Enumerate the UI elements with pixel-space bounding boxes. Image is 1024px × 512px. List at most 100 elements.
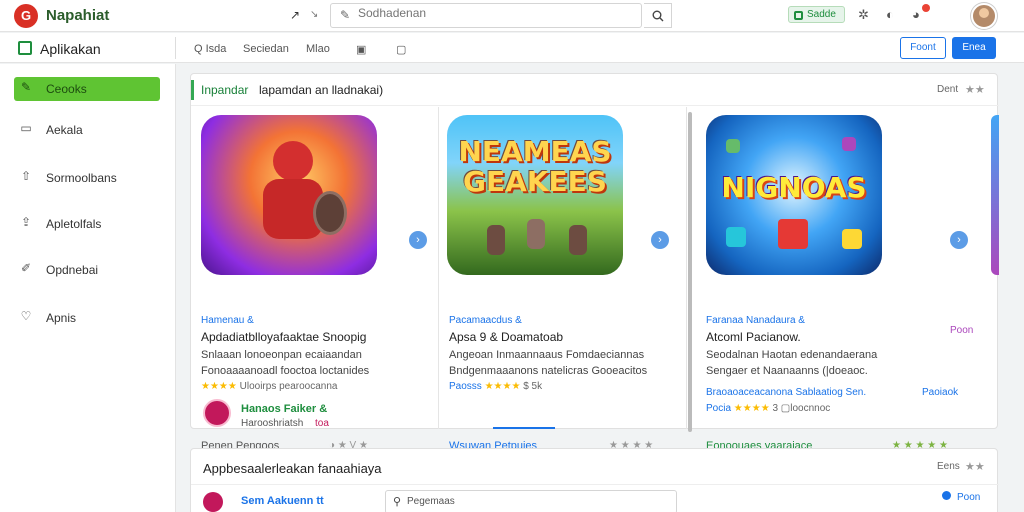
share-icon: ⇧ <box>20 169 32 183</box>
status-icon <box>794 11 803 20</box>
app-rating: ★★★★ Ulooirps pearoocanna <box>201 381 337 392</box>
section-title: Aplikakan <box>40 41 101 57</box>
developer-name[interactable]: Hanaos Faiker & <box>241 403 327 415</box>
next-arrow-icon[interactable]: › <box>651 231 669 249</box>
expand-icon[interactable]: ↘ <box>310 9 318 20</box>
pencil-icon: ✎ <box>340 8 351 22</box>
accent-bar <box>191 80 194 100</box>
hero-character-art <box>253 135 347 265</box>
rating-stars: ★★★★ <box>733 403 770 414</box>
dice-art <box>842 229 862 249</box>
app-category: Faranaa Nanadaura & <box>706 315 805 326</box>
notification-badge <box>922 4 930 12</box>
app-thumbnail[interactable]: NIGNOAS <box>706 115 882 275</box>
edge-label[interactable]: Poon <box>950 325 973 336</box>
rating-prefix: Paosss <box>449 381 482 392</box>
screen-icon: ▭ <box>20 121 32 135</box>
app-card[interactable]: Hamenau & Apdadiatblloyafaaktae Snoopig … <box>191 107 439 452</box>
dice-art <box>726 227 746 247</box>
app-category: Pacamaacdus & <box>449 315 522 326</box>
sidebar-item-label: Aekala <box>46 123 83 137</box>
rating-text: 3 ▢loocnnoc <box>772 403 831 414</box>
tab-search[interactable]: Q Isda <box>194 43 226 55</box>
sidebar-item-apletolfals[interactable]: ⇪ Apletolfals <box>14 212 160 236</box>
sidebar-item-apnis[interactable]: ♡ Apnis <box>14 306 160 330</box>
heart-icon: ♡ <box>20 309 32 323</box>
status-pill-label: Sadde <box>807 9 836 20</box>
developer-avatar[interactable] <box>203 399 231 427</box>
scroll-divider[interactable] <box>688 112 692 432</box>
settings-icon[interactable]: ✲ <box>858 7 869 23</box>
card-side-link[interactable]: Paoiaok <box>922 387 958 398</box>
search-icon: ⚲ <box>393 496 402 508</box>
app-title[interactable]: Atcoml Pacianow. <box>706 330 801 344</box>
divider <box>191 484 999 485</box>
sidebar: ✎ Ceooks ▭ Aekala ⇧ Sormoolbans ⇪ Apleto… <box>0 64 176 512</box>
sidebar-item-ceooks[interactable]: ✎ Ceooks <box>14 77 160 101</box>
secondary-button[interactable]: Foont <box>900 37 946 59</box>
sidebar-item-label: Ceooks <box>46 82 87 96</box>
dice-art <box>842 137 856 151</box>
developer-avatar[interactable] <box>203 492 223 512</box>
export-icon: ⇪ <box>20 215 32 229</box>
app-description-line: Angeoan Inmaannaaus Fomdaeciannas <box>449 349 645 361</box>
character-art <box>527 219 545 249</box>
rating-stars: ★★★★ <box>201 381 237 392</box>
tab-layout-icon[interactable]: ▢ <box>396 43 406 56</box>
panel-more-link[interactable]: Eens <box>937 461 960 472</box>
app-description-line: Fonoaaaanoadl fooctoa loctanides <box>201 365 370 377</box>
dice-art <box>778 219 808 249</box>
next-card-preview[interactable] <box>991 115 999 275</box>
panel-tag[interactable]: Inpandar <box>201 83 248 97</box>
panel-more-link[interactable]: Dent <box>937 84 958 95</box>
developer-name[interactable]: Sem Aakuenn tt <box>241 495 324 507</box>
app-logo[interactable]: G <box>14 4 38 28</box>
app-title[interactable]: Apsa 9 & Doamatoab <box>449 330 563 344</box>
search-input[interactable] <box>358 6 628 20</box>
divider <box>175 37 176 59</box>
sidebar-item-label: Apletolfals <box>46 217 102 231</box>
app-thumbnail[interactable]: NEAMEAS GEAKEES <box>447 115 623 275</box>
app-card[interactable]: NIGNOAS Faranaa Nanadaura & Atcoml Pacia… <box>696 107 991 452</box>
app-card[interactable]: NEAMEAS GEAKEES Pacamaacdus & Apsa 9 & D… <box>439 107 687 452</box>
sidebar-item-aekala[interactable]: ▭ Aekala <box>14 118 160 142</box>
app-description-line: Seodalnan Haotan edenandaerana <box>706 349 878 361</box>
navigate-icon[interactable]: ↗ <box>290 8 300 22</box>
sidebar-item-label: Apnis <box>46 311 77 325</box>
pencil-icon: ✎ <box>20 80 32 94</box>
rating-text: $ 5k <box>523 381 543 392</box>
primary-button[interactable]: Enea <box>952 37 996 59</box>
rating-prefix: Pocia <box>706 403 732 414</box>
help-icon[interactable]: ◐ <box>886 7 894 22</box>
character-art <box>569 225 587 255</box>
app-rating: Paosss ★★★★ $ 5k <box>449 381 542 392</box>
app-rating: Pocia ★★★★ 3 ▢loocnnoc <box>706 403 830 414</box>
panel-search-text: Pegemaas <box>407 496 455 507</box>
app-category: Hamenau & <box>201 315 254 326</box>
panel-header: Inpandar lapamdan an lladnakai) Dent ★★ <box>191 74 999 106</box>
app-rating-text: Braoaoaceacanona Sablaatiog Sen. <box>706 387 867 398</box>
character-art <box>487 225 505 255</box>
tab-sections[interactable]: Seciedan <box>243 43 289 55</box>
user-avatar[interactable] <box>971 3 997 29</box>
edit-icon: ✐ <box>20 261 32 275</box>
link-icon <box>942 491 951 500</box>
sidebar-item-sormoolbans[interactable]: ⇧ Sormoolbans <box>14 166 160 190</box>
rating-stars: ★★★★ <box>484 381 521 392</box>
sub-bar: Aplikakan Q Isda Seciedan Mlao ▣ ▢ <box>0 33 1024 63</box>
next-arrow-icon[interactable]: › <box>409 231 427 249</box>
search-button[interactable] <box>644 3 672 28</box>
tab-comments-icon[interactable]: ▣ <box>356 43 366 56</box>
sidebar-item-label: Sormoolbans <box>46 171 117 185</box>
sidebar-item-opdnebai[interactable]: ✐ Opdnebai <box>14 258 160 282</box>
app-title[interactable]: Apdadiatblloyafaaktae Snoopig <box>201 330 366 344</box>
panel-title: Appbesaalerleakan fanaahiaya <box>203 461 382 476</box>
notifications-icon[interactable]: ◕ <box>912 7 920 22</box>
app-section-icon <box>18 41 32 55</box>
app-thumbnail[interactable] <box>201 115 377 275</box>
next-arrow-icon[interactable]: › <box>950 231 968 249</box>
developer-subtitle: Harooshriatsh <box>241 418 304 429</box>
tab-media[interactable]: Mlao <box>306 43 330 55</box>
status-pill[interactable]: Sadde <box>788 6 845 23</box>
panel-link[interactable]: Poon <box>957 492 980 503</box>
